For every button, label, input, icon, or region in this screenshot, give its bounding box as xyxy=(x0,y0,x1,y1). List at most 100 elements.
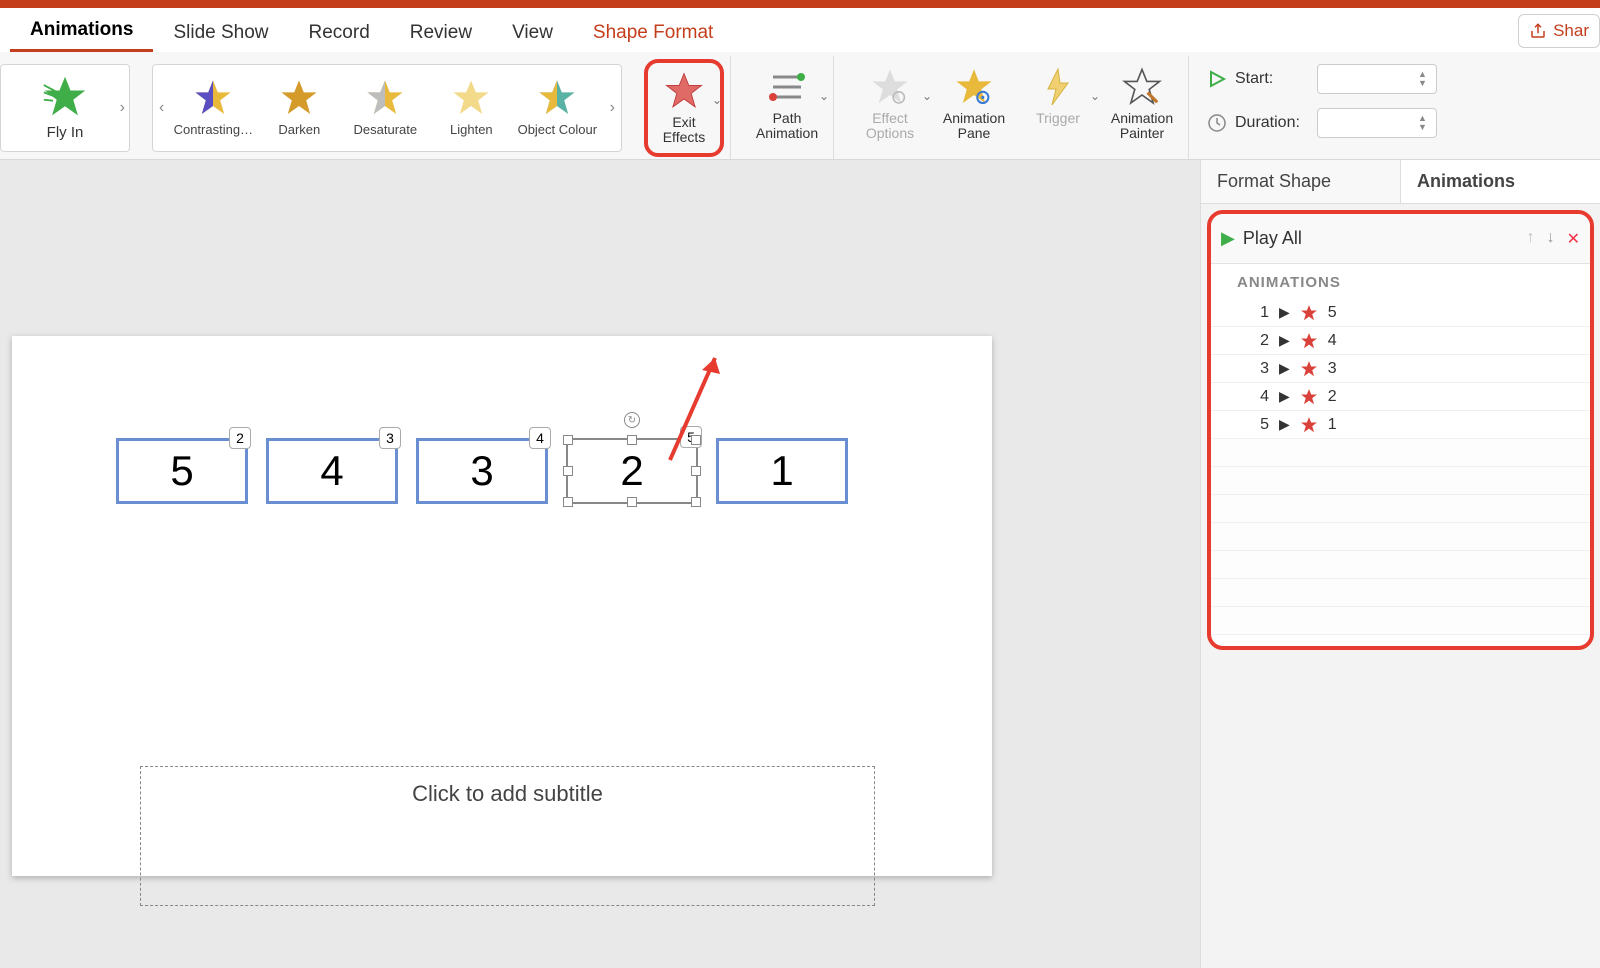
play-all-label[interactable]: Play All xyxy=(1243,228,1519,249)
resize-handle[interactable] xyxy=(563,466,573,476)
gallery-item-lighten[interactable]: Lighten xyxy=(428,78,514,137)
duration-input[interactable]: ▲▼ xyxy=(1317,108,1437,138)
animation-row-empty xyxy=(1211,607,1590,635)
row-order: 2 xyxy=(1255,332,1269,350)
duration-label: Duration: xyxy=(1235,114,1309,132)
shape-box-3[interactable]: 3 4 xyxy=(416,438,548,504)
animation-row[interactable]: 5 ▶ 1 xyxy=(1211,411,1590,439)
shape-box-1[interactable]: 1 xyxy=(716,438,848,504)
cursor-icon: ▶ xyxy=(1279,388,1290,405)
animation-pane: ▶ Play All ↑ ↓ ✕ ANIMATIONS 1 ▶ 5 2 ▶ 4 xyxy=(1207,210,1594,650)
shape-box-2[interactable]: 2 5 ↻ xyxy=(566,438,698,504)
trigger-button: Trigger ⌄ xyxy=(1018,59,1098,157)
spinner-icon[interactable]: ▲▼ xyxy=(1418,109,1434,137)
path-animation-label: Path Animation xyxy=(756,111,818,142)
resize-handle[interactable] xyxy=(691,466,701,476)
tab-shape-format[interactable]: Shape Format xyxy=(573,12,733,52)
chevron-down-icon: ⌄ xyxy=(1090,89,1100,103)
gallery-item-darken[interactable]: Darken xyxy=(256,78,342,137)
tab-record[interactable]: Record xyxy=(289,12,390,52)
side-panel: Format Shape Animations ▶ Play All ↑ ↓ ✕… xyxy=(1200,160,1600,968)
resize-handle[interactable] xyxy=(627,435,637,445)
rotate-handle[interactable]: ↻ xyxy=(624,412,640,428)
animation-pane-label: Animation Pane xyxy=(943,111,1005,142)
star-icon xyxy=(451,78,491,118)
gallery-item-desaturate[interactable]: Desaturate xyxy=(342,78,428,137)
close-icon[interactable]: ✕ xyxy=(1567,229,1580,249)
animation-row-empty xyxy=(1211,551,1590,579)
star-icon xyxy=(193,78,233,118)
row-target: 1 xyxy=(1328,416,1337,434)
animation-row[interactable]: 2 ▶ 4 xyxy=(1211,327,1590,355)
gallery-next[interactable]: › xyxy=(610,99,615,117)
gallery-item-contrasting[interactable]: Contrasting… xyxy=(170,78,256,137)
animation-order-tag[interactable]: 3 xyxy=(379,427,401,449)
star-brush-icon xyxy=(1122,67,1162,107)
side-tab-format-shape[interactable]: Format Shape xyxy=(1201,160,1401,203)
animation-row-empty xyxy=(1211,579,1590,607)
star-icon xyxy=(537,78,577,118)
star-icon xyxy=(664,71,704,111)
animation-row[interactable]: 3 ▶ 3 xyxy=(1211,355,1590,383)
gallery-prev[interactable]: ‹ xyxy=(159,99,164,117)
animation-pane-button[interactable]: Animation Pane xyxy=(934,59,1014,157)
exit-effects-button[interactable]: Exit Effects ⌄ xyxy=(644,59,724,157)
row-target: 3 xyxy=(1328,360,1337,378)
tab-view[interactable]: View xyxy=(492,12,573,52)
start-label: Start: xyxy=(1235,70,1309,88)
animations-section-title: ANIMATIONS xyxy=(1211,264,1590,299)
animation-row-empty xyxy=(1211,467,1590,495)
workspace: 1 5 2 4 3 3 4 2 5 ↻ 1 xyxy=(0,160,1600,968)
play-icon[interactable]: ▶ xyxy=(1221,228,1235,249)
row-order: 1 xyxy=(1255,304,1269,322)
clock-icon xyxy=(1207,113,1227,133)
animation-row[interactable]: 4 ▶ 2 xyxy=(1211,383,1590,411)
star-icon xyxy=(365,78,405,118)
shape-text: 5 xyxy=(170,447,193,495)
effect-options-button: Effect Options ⌄ xyxy=(850,59,930,157)
shape-box-4[interactable]: 4 3 xyxy=(266,438,398,504)
entrance-effect-flyin[interactable]: Fly In › xyxy=(0,64,130,152)
animation-order-tag[interactable]: 4 xyxy=(529,427,551,449)
share-button[interactable]: Shar xyxy=(1518,14,1600,48)
animation-row-empty xyxy=(1211,439,1590,467)
timing-group: Start: ▲▼ Duration: ▲▼ xyxy=(1199,56,1439,159)
tab-review[interactable]: Review xyxy=(390,12,492,52)
resize-handle[interactable] xyxy=(691,497,701,507)
exit-effects-label: Exit Effects xyxy=(663,115,706,146)
move-up-icon[interactable]: ↑ xyxy=(1527,229,1535,249)
resize-handle[interactable] xyxy=(563,497,573,507)
chevron-down-icon[interactable]: ⌄ xyxy=(819,89,829,103)
animation-painter-button[interactable]: Animation Painter xyxy=(1102,59,1182,157)
gallery-label: Darken xyxy=(257,122,341,137)
subtitle-placeholder[interactable]: Click to add subtitle xyxy=(140,766,875,906)
shape-box-5[interactable]: 5 2 xyxy=(116,438,248,504)
animation-row-empty xyxy=(1211,495,1590,523)
animation-row[interactable]: 1 ▶ 5 xyxy=(1211,299,1590,327)
tab-animations[interactable]: Animations xyxy=(10,9,153,52)
path-animation-button[interactable]: Path Animation ⌄ xyxy=(747,59,827,157)
resize-handle[interactable] xyxy=(563,435,573,445)
resize-handle[interactable] xyxy=(627,497,637,507)
resize-handle[interactable] xyxy=(691,435,701,445)
move-down-icon[interactable]: ↓ xyxy=(1547,229,1555,249)
spinner-icon[interactable]: ▲▼ xyxy=(1418,65,1434,93)
chevron-right-icon[interactable]: › xyxy=(120,99,125,117)
star-icon xyxy=(279,78,319,118)
tab-slideshow[interactable]: Slide Show xyxy=(153,12,288,52)
start-dropdown[interactable]: ▲▼ xyxy=(1317,64,1437,94)
slide-canvas[interactable]: 5 2 4 3 3 4 2 5 ↻ 1 Click to add xyxy=(12,336,992,876)
cursor-icon: ▶ xyxy=(1279,332,1290,349)
shape-text: 4 xyxy=(320,447,343,495)
exit-star-icon xyxy=(1300,360,1318,378)
animation-order-tag[interactable]: 2 xyxy=(229,427,251,449)
bolt-icon xyxy=(1040,67,1076,107)
share-icon xyxy=(1529,22,1547,40)
ribbon: Fly In › ‹ Contrasting… Darken Desaturat… xyxy=(0,52,1600,160)
gallery-item-objectcolour[interactable]: Object Colour xyxy=(514,78,600,137)
chevron-down-icon[interactable]: ⌄ xyxy=(712,93,722,107)
side-tab-animations[interactable]: Animations xyxy=(1401,160,1600,203)
shape-text: 1 xyxy=(770,447,793,495)
row-target: 5 xyxy=(1328,304,1337,322)
chevron-down-icon: ⌄ xyxy=(922,89,932,103)
